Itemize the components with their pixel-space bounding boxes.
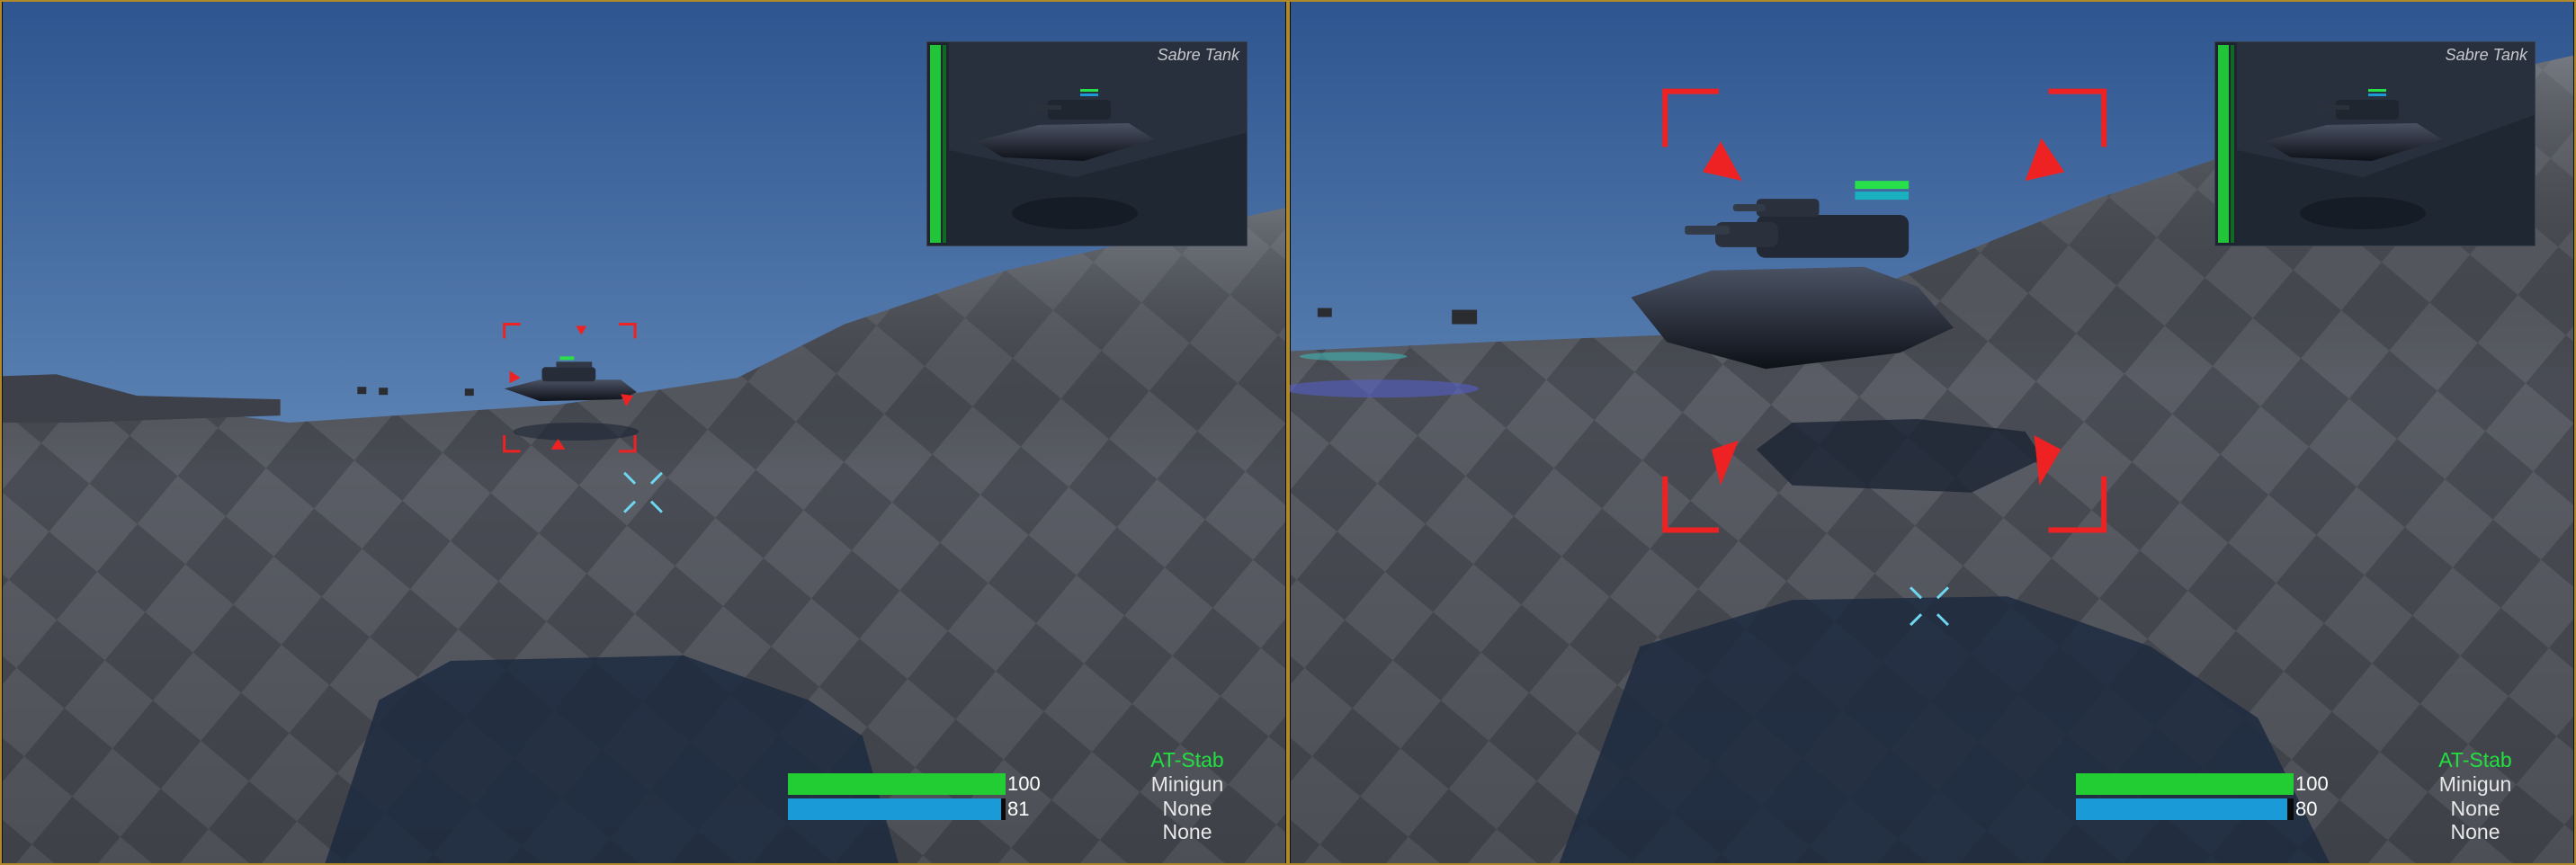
health-bar bbox=[788, 773, 1006, 795]
energy-bar-fill bbox=[2076, 798, 2287, 820]
energy-value: 80 bbox=[2295, 798, 2318, 820]
player1-hud: 100 81 AT-Stab Minigun None None bbox=[2, 2, 1286, 863]
energy-bar bbox=[2076, 798, 2294, 820]
health-bar-fill bbox=[2076, 773, 2294, 795]
health-bar-fill bbox=[788, 773, 1006, 795]
weapon-slot-3: None bbox=[2450, 797, 2500, 820]
weapon-slot-4: None bbox=[2450, 820, 2500, 843]
player2-hud: 100 80 AT-Stab Minigun None None bbox=[1290, 2, 2574, 863]
health-value: 100 bbox=[2295, 772, 2329, 795]
weapon-slot-1: AT-Stab bbox=[2438, 748, 2512, 771]
energy-value: 81 bbox=[1007, 798, 1030, 820]
weapon-slot-2: Minigun bbox=[2438, 772, 2512, 796]
weapon-slot-2: Minigun bbox=[1150, 772, 1224, 796]
player1-viewport: Sabre Tank 100 81 AT-Stab Minigun None N… bbox=[0, 0, 1288, 865]
weapon-slot-4: None bbox=[1162, 820, 1212, 843]
weapon-slot-1: AT-Stab bbox=[1150, 748, 1224, 771]
health-value: 100 bbox=[1007, 772, 1041, 795]
player2-viewport: Sabre Tank 100 80 AT-Stab Minigun None N… bbox=[1288, 0, 2576, 865]
energy-bar bbox=[788, 798, 1006, 820]
energy-bar-fill bbox=[788, 798, 1002, 820]
weapon-slot-3: None bbox=[1162, 797, 1212, 820]
health-bar bbox=[2076, 773, 2294, 795]
